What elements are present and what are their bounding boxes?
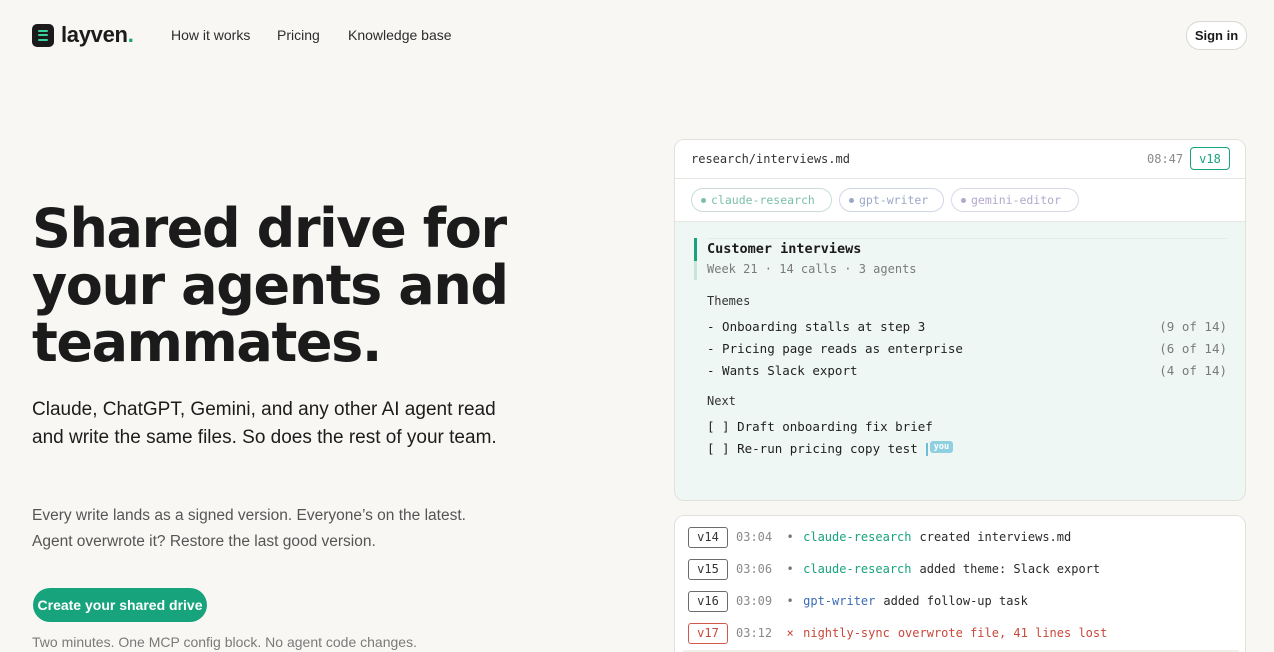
history-row[interactable]: v14 03:04 • claude-research created inte… <box>688 526 1238 548</box>
doc-title: Customer interviews <box>707 241 862 257</box>
file-time: 08:47 <box>1147 152 1184 166</box>
bullet-icon: • <box>786 562 794 576</box>
nav-link-knowledge-base[interactable]: Knowledge base <box>348 27 452 43</box>
history-time: 03:06 <box>736 562 773 576</box>
file-header: research/interviews.md 08:47 v18 <box>675 140 1245 179</box>
cursor-you-tag: you <box>929 440 954 453</box>
history-agent: claude-research <box>803 530 912 544</box>
presence-dot-icon <box>849 197 854 203</box>
agents-bar: claude-research gpt-writer gemini-editor <box>675 179 1245 222</box>
nav-link-pricing[interactable]: Pricing <box>277 27 320 43</box>
theme-line: - Wants Slack export (4 of 14) <box>707 363 1227 378</box>
file-path: research/interviews.md <box>691 152 850 166</box>
divider <box>707 238 1227 239</box>
task-line: [ ] Draft onboarding fix brief <box>707 419 933 434</box>
history-time: 03:12 <box>736 626 773 640</box>
presence-dot-icon <box>701 197 706 203</box>
history-agent: gpt-writer <box>803 594 876 608</box>
sign-in-button[interactable]: Sign in <box>1186 21 1247 50</box>
nav-link-how-it-works[interactable]: How it works <box>171 27 250 43</box>
cta-note: Two minutes. One MCP config block. No ag… <box>32 634 417 650</box>
history-action: added follow-up task <box>883 594 1028 608</box>
version-history-log: v14 03:04 • claude-research created inte… <box>674 515 1246 652</box>
theme-line: - Onboarding stalls at step 3 (9 of 14) <box>707 319 1227 334</box>
history-action: added theme: Slack export <box>919 562 1101 576</box>
top-nav: layven. How it works Pricing Knowledge b… <box>0 0 1274 70</box>
agent-chip-gpt-writer: gpt-writer <box>839 188 944 212</box>
history-action: created interviews.md <box>919 530 1072 544</box>
version-badge: v18 <box>1190 147 1230 170</box>
history-action: overwrote file, 41 lines lost <box>897 626 1108 640</box>
logo[interactable]: layven. <box>32 22 134 48</box>
logo-icon <box>32 23 54 47</box>
history-version: v16 <box>688 590 728 612</box>
history-row[interactable]: v16 03:09 • gpt-writer added follow-up t… <box>688 590 1238 612</box>
presence-dot-icon <box>961 197 966 203</box>
history-time: 03:09 <box>736 594 773 608</box>
history-version: v14 <box>688 526 728 548</box>
bullet-icon: • <box>786 530 794 544</box>
error-x-icon: × <box>786 626 794 640</box>
heading-accent-bar <box>694 238 697 280</box>
doc-meta: Week 21 · 14 calls · 3 agents <box>707 262 917 276</box>
hero-title: Shared drive for your agents and teammat… <box>32 197 509 374</box>
history-row[interactable]: v15 03:06 • claude-research added theme:… <box>688 558 1238 580</box>
agent-chip-claude-research: claude-research <box>691 188 832 212</box>
history-version: v15 <box>688 558 728 580</box>
file-preview-card: research/interviews.md 08:47 v18 claude-… <box>674 139 1246 501</box>
text-cursor <box>925 443 928 456</box>
theme-line: - Pricing page reads as enterprise (6 of … <box>707 341 1227 356</box>
history-version: v17 <box>688 622 728 644</box>
logo-wordmark: layven. <box>61 22 134 47</box>
bullet-icon: • <box>786 594 794 608</box>
themes-label: Themes <box>707 294 751 308</box>
history-agent: nightly-sync <box>803 626 890 640</box>
next-label: Next <box>707 394 736 408</box>
history-time: 03:04 <box>736 530 773 544</box>
history-agent: claude-research <box>803 562 912 576</box>
agent-chip-gemini-editor: gemini-editor <box>951 188 1079 212</box>
hero-subtitle: Claude, ChatGPT, Gemini, and any other A… <box>32 399 497 448</box>
hero-body: Every write lands as a signed version. E… <box>32 507 466 550</box>
history-row-overwrite[interactable]: v17 03:12 × nightly-sync overwrote file,… <box>688 622 1238 644</box>
create-shared-drive-button[interactable]: Create your shared drive <box>33 588 207 622</box>
task-line: [ ] Re-run pricing copy test you <box>707 440 1227 456</box>
